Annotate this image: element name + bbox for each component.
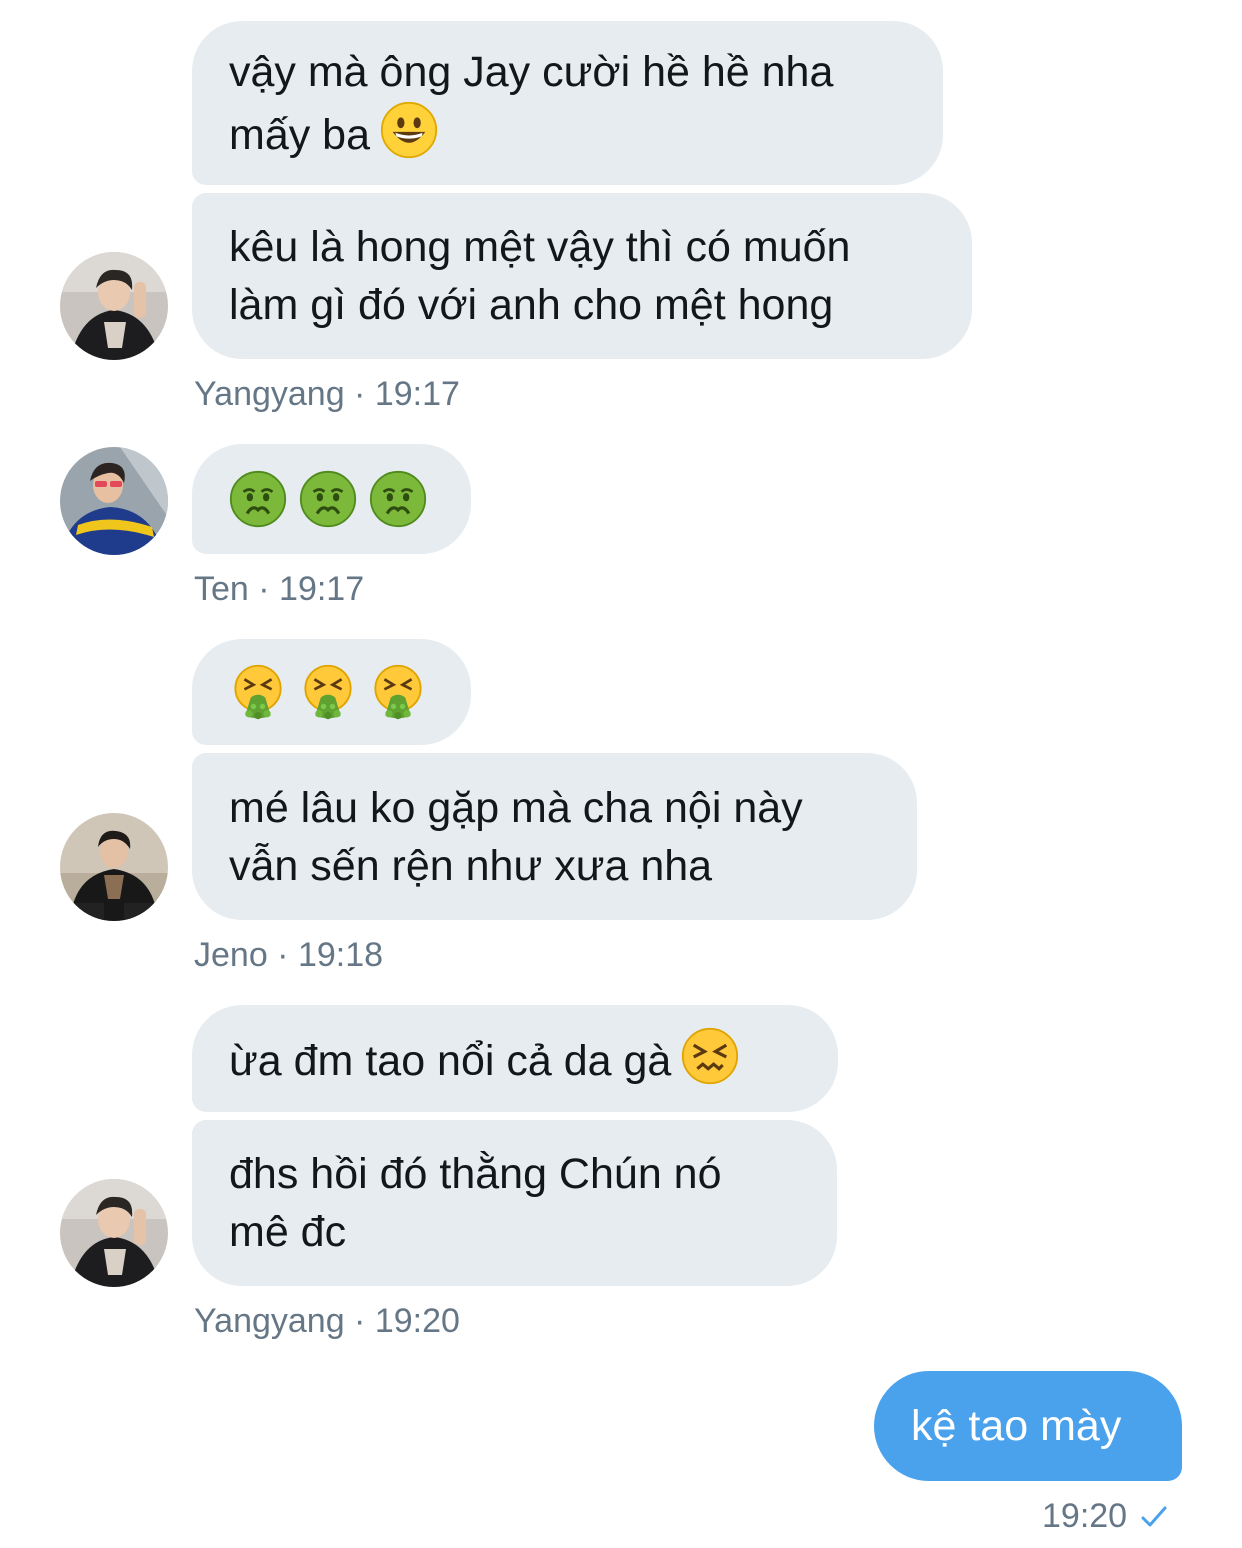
- message-bubble[interactable]: đhs hồi đó thằng Chún nó mê đc: [192, 1120, 837, 1286]
- message-text-line: mê đc: [229, 1208, 347, 1256]
- message-text-line: đhs hồi đó thằng Chún nó: [229, 1150, 722, 1198]
- avatar-jeno[interactable]: [60, 813, 168, 921]
- confounded-face-icon: [681, 1027, 739, 1085]
- message-text-line: ừa đm tao nổi cả da gà: [229, 1027, 801, 1090]
- message-meta: Yangyang · 19:20: [194, 1302, 460, 1340]
- message-bubble[interactable]: vậy mà ông Jay cười hề hề nha mấy ba: [192, 21, 943, 185]
- message-text: kệ tao mày: [911, 1402, 1122, 1450]
- message-meta: Ten · 19:17: [194, 570, 365, 608]
- avatar-yangyang[interactable]: [60, 1179, 168, 1287]
- nauseated-face-icon: [369, 470, 427, 528]
- message-text-line: vậy mà ông Jay cười hề hề nha: [229, 47, 834, 96]
- vomiting-face-icon: [229, 663, 287, 721]
- message-meta: Yangyang · 19:17: [194, 375, 460, 413]
- message-time: 19:20: [1042, 1497, 1128, 1535]
- message-text-line: vẫn sến rện như xưa nha: [229, 841, 713, 890]
- message-bubble[interactable]: [192, 444, 471, 554]
- vomiting-face-icon: [369, 663, 427, 721]
- nauseated-face-icon: [299, 470, 357, 528]
- emoji-row: [229, 470, 434, 528]
- message-bubble[interactable]: ừa đm tao nổi cả da gà: [192, 1005, 838, 1112]
- vomiting-face-icon: [299, 663, 357, 721]
- message-bubble[interactable]: mé lâu ko gặp mà cha nội này vẫn sến rện…: [192, 753, 917, 920]
- grinning-face-icon: [380, 101, 438, 159]
- message-bubble[interactable]: kêu là hong mệt vậy thì có muốn làm gì đ…: [192, 193, 972, 359]
- emoji-row: [229, 663, 434, 721]
- outgoing-message-bubble[interactable]: kệ tao mày: [874, 1371, 1182, 1481]
- avatar-ten[interactable]: [60, 447, 168, 555]
- message-text-line: mé lâu ko gặp mà cha nội này: [229, 783, 803, 832]
- message-meta: Jeno · 19:18: [194, 936, 384, 974]
- nauseated-face-icon: [229, 470, 287, 528]
- avatar-yangyang[interactable]: [60, 252, 168, 360]
- message-text-line: làm gì đó với anh cho mệt hong: [229, 281, 834, 329]
- checkmark-icon: [1139, 1501, 1169, 1531]
- message-text-line: mấy ba: [229, 101, 906, 164]
- outgoing-meta: 19:20: [1042, 1496, 1169, 1536]
- message-text-line: kêu là hong mệt vậy thì có muốn: [229, 223, 851, 271]
- message-bubble[interactable]: [192, 639, 471, 745]
